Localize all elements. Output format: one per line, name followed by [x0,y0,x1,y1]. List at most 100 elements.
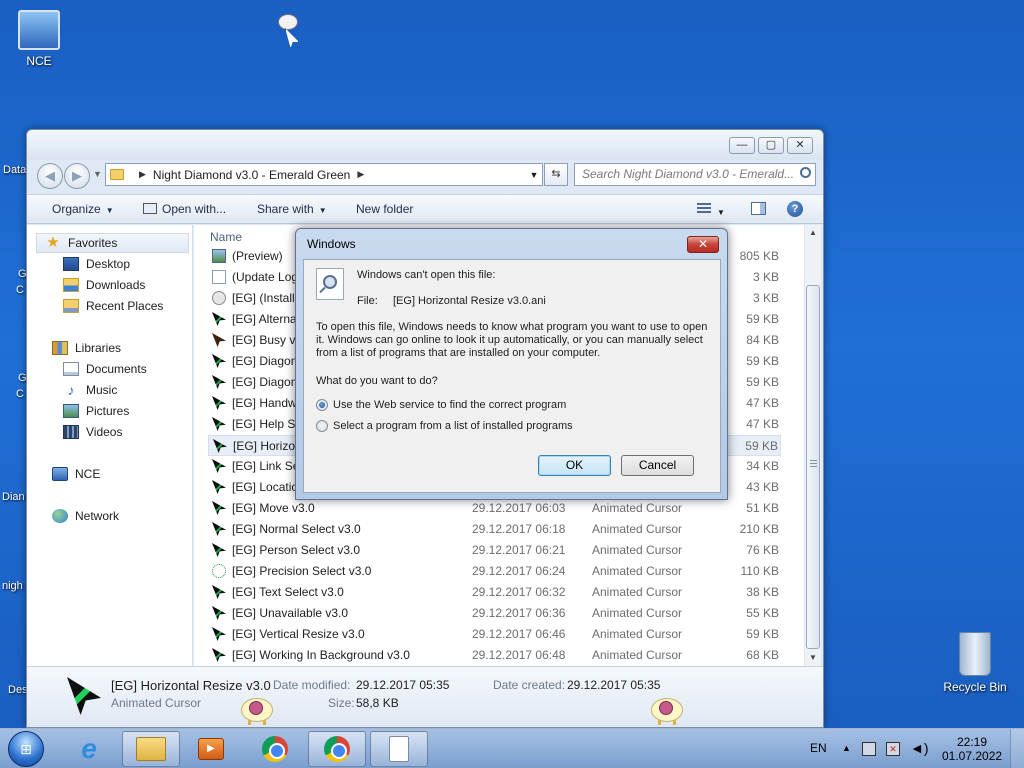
cancel-button[interactable]: Cancel [621,455,694,476]
breadcrumb-arrow[interactable]: ▶ [139,169,146,180]
file-row[interactable]: [EG] Move v3.0 29.12.2017 06:03 Animated C… [208,498,781,519]
details-filetype: Animated Cursor [111,696,202,710]
nav-favorites[interactable]: ★ Favorites [36,233,189,253]
computer-icon [18,10,60,50]
file-size: 55 KB [746,606,779,620]
dialog-close-button[interactable]: ✕ [687,236,719,253]
close-button[interactable]: ✕ [787,137,813,154]
file-name: [EG] Handw [232,396,297,410]
maximize-button[interactable]: ▢ [758,137,784,154]
dialog-question: What do you want to do? [316,375,438,387]
details-date-created: 29.12.2017 05:35 [567,678,661,692]
details-filename: [EG] Horizontal Resize v3.0 [111,678,271,693]
share-with-button[interactable]: Share with ▼ [257,202,327,216]
recent-pages-dropdown[interactable]: ▼ [93,169,102,179]
file-type: Animated Cursor [592,648,683,662]
desktop-edge-label: Dian [2,491,25,503]
organize-button[interactable]: Organize ▼ [52,202,114,216]
details-size: 58,8 KB [356,696,399,710]
file-row[interactable]: [EG] Text Select v3.0 29.12.2017 06:32 Ani… [208,582,781,603]
file-row[interactable]: [EG] Unavailable v3.0 29.12.2017 06:36 Ani… [208,603,781,624]
documents-icon [63,362,79,376]
cursor-icon [212,480,226,494]
nav-computer[interactable]: NCE [52,467,100,481]
action-center-icon[interactable]: ✕ [886,742,900,756]
navigation-bar: ◀ ▶ ▼ ▶ Night Diamond v3.0 - Emerald Gre… [27,160,823,194]
search-input[interactable]: Search Night Diamond v3.0 - Emerald... [574,163,816,186]
nav-desktop[interactable]: Desktop [63,257,130,271]
nav-videos[interactable]: Videos [63,425,122,439]
desktop-icon-nce[interactable]: NCE [2,10,76,68]
file-date: 29.12.2017 06:32 [472,585,566,599]
document-icon [389,736,409,762]
nav-label: Music [86,383,118,397]
nav-downloads[interactable]: Downloads [63,278,145,292]
file-row[interactable]: [EG] Working In Background v3.0 29.12.201… [208,645,781,666]
dialog-explanation: To open this file, Windows needs to know… [316,321,708,359]
option-installed-programs[interactable]: Select a program from a list of installe… [316,420,573,432]
file-row[interactable]: [EG] Vertical Resize v3.0 29.12.2017 06:4… [208,624,781,645]
new-folder-button[interactable]: New folder [356,202,413,216]
language-indicator[interactable]: EN [810,741,827,755]
scrollbar-thumb[interactable] [806,285,820,649]
file-row[interactable]: [EG] Person Select v3.0 29.12.2017 06:21 A… [208,540,781,561]
taskbar-explorer[interactable] [122,731,180,767]
address-dropdown-icon[interactable]: ▼ [526,170,542,180]
title-bar[interactable]: — ▢ ✕ [27,130,823,160]
clock[interactable]: 22:19 01.07.2022 [942,735,1002,763]
file-name: [EG] Diagon [232,354,298,368]
show-hidden-icons-button[interactable]: ▲ [842,743,851,753]
file-date: 29.12.2017 06:21 [472,543,566,557]
breadcrumb-current-folder[interactable]: Night Diamond v3.0 - Emerald Green [153,168,350,182]
file-size: 59 KB [746,312,779,326]
clock-time: 22:19 [956,735,988,749]
taskbar: ⊞ e ▶ EN ▲ ✕ ◄) 22:19 01.07.2022 [0,728,1024,768]
address-bar[interactable]: ▶ Night Diamond v3.0 - Emerald Green ▶ ▼ [105,163,543,186]
open-with-label: Open with... [162,202,227,216]
dialog-file-name: [EG] Horizontal Resize v3.0.ani [393,295,546,307]
folder-icon [136,737,166,761]
nav-pictures[interactable]: Pictures [63,404,129,418]
preview-pane-button[interactable] [751,202,766,218]
volume-icon[interactable]: ◄) [910,740,929,756]
nav-network[interactable]: Network [52,509,119,523]
option-web-service[interactable]: Use the Web service to find the correct … [316,399,566,411]
show-desktop-button[interactable] [1010,729,1024,768]
file-size: 805 KB [739,249,779,263]
nav-documents[interactable]: Documents [63,362,147,376]
taskbar-document[interactable] [370,731,428,767]
desktop-icon-recycle-bin[interactable]: Recycle Bin [938,632,1012,694]
nav-recent-places[interactable]: Recent Places [63,299,163,313]
file-type: Animated Cursor [592,501,683,515]
breadcrumb-arrow[interactable]: ▶ [357,169,364,180]
scroll-up-button[interactable]: ▲ [805,225,821,241]
help-button[interactable]: ? [787,201,803,217]
nav-libraries[interactable]: Libraries [52,341,121,355]
file-row[interactable]: [EG] Precision Select v3.0 29.12.2017 06:… [208,561,781,582]
radio-selected[interactable] [316,399,328,411]
open-with-button[interactable]: Open with... [143,202,226,216]
forward-button[interactable]: ▶ [64,163,90,189]
dialog-heading: Windows can't open this file: [357,269,496,281]
vertical-scrollbar[interactable]: ▲ ▼ [804,225,821,666]
back-button[interactable]: ◀ [37,163,63,189]
change-view-button[interactable]: ▼ [697,203,725,218]
column-header-name[interactable]: Name [210,230,242,244]
refresh-button[interactable]: ⇆ [544,163,568,186]
network-tray-icon[interactable] [862,742,876,756]
start-button[interactable]: ⊞ [8,731,44,767]
taskbar-chrome-window[interactable] [308,731,366,767]
ok-button[interactable]: OK [538,455,611,476]
cursor-icon [212,312,226,326]
cannot-open-file-dialog[interactable]: Windows ✕ Windows can't open this file: … [295,228,728,500]
scroll-down-button[interactable]: ▼ [805,650,821,666]
taskbar-internet-explorer[interactable]: e [60,731,118,767]
taskbar-media-player[interactable]: ▶ [182,731,240,767]
file-row[interactable]: [EG] Normal Select v3.0 29.12.2017 06:18 A… [208,519,781,540]
cursor-icon [212,459,226,473]
file-name: [EG] Locatio [232,480,299,494]
minimize-button[interactable]: — [729,137,755,154]
nav-music[interactable]: ♪ Music [63,383,118,397]
taskbar-chrome[interactable] [246,731,304,767]
radio-unselected[interactable] [316,420,328,432]
